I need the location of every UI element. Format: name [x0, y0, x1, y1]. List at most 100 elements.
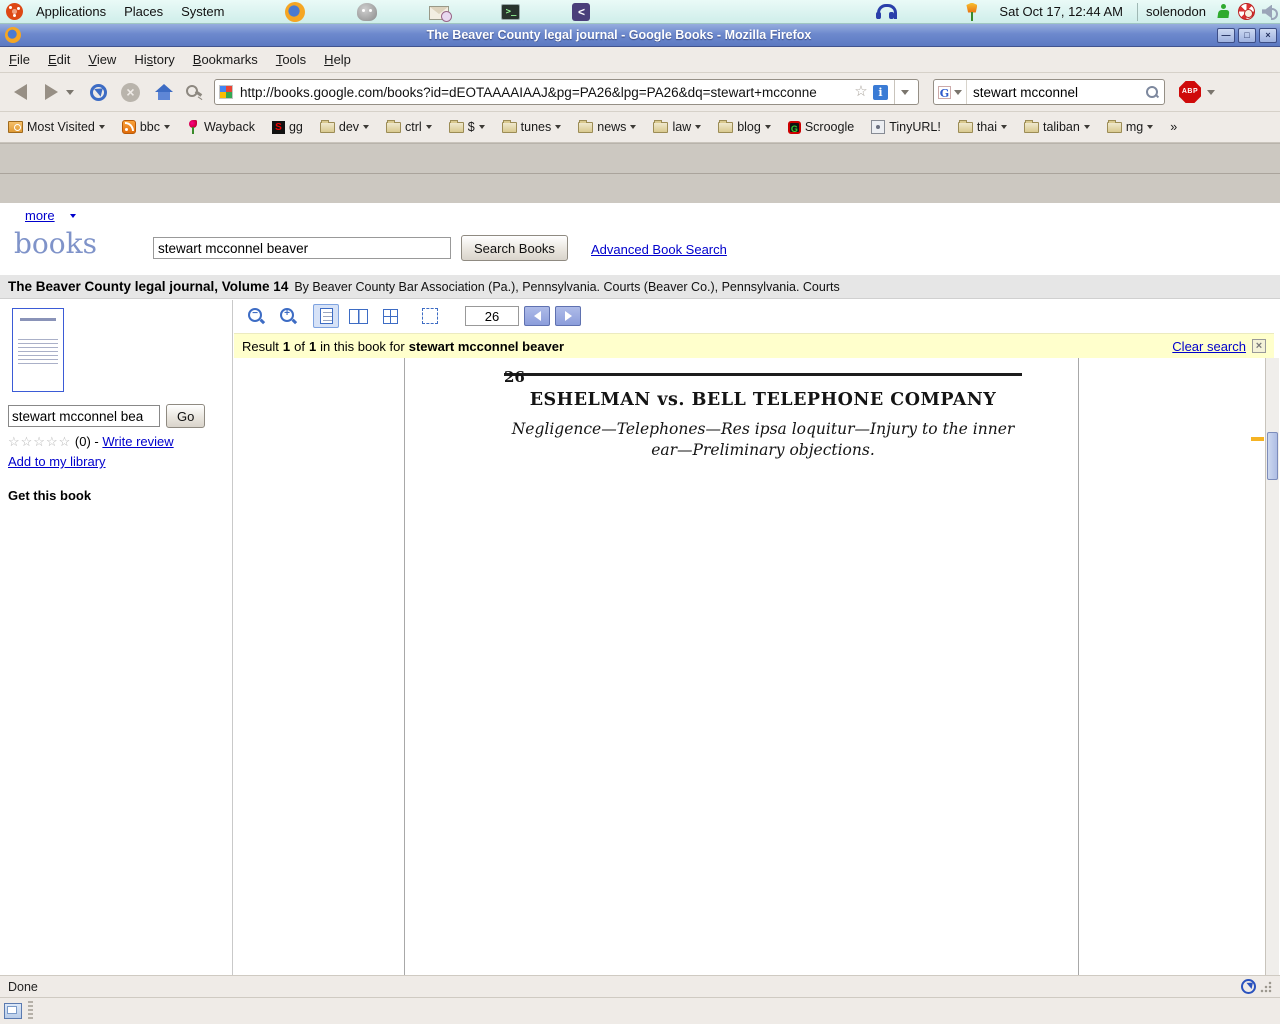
search-engine-input[interactable]: [971, 84, 1141, 101]
bookmark-item[interactable]: $: [449, 120, 485, 134]
panel-menu-applications[interactable]: Applications: [27, 4, 115, 19]
gimp-icon[interactable]: [357, 3, 377, 21]
forward-button[interactable]: [45, 84, 58, 100]
menu-help[interactable]: Help: [315, 52, 360, 67]
show-desktop-icon[interactable]: [4, 1003, 22, 1019]
clear-search-link[interactable]: Clear search: [1172, 339, 1246, 354]
dropdown-arrow-icon: [1084, 125, 1090, 129]
bookmark-tinyurl[interactable]: TinyURL!: [871, 120, 941, 134]
history-dropdown-icon[interactable]: [66, 90, 74, 95]
firefox-icon[interactable]: [285, 2, 305, 22]
refresh-button[interactable]: [90, 84, 107, 101]
single-page-view-button[interactable]: [313, 304, 339, 328]
taskbar-handle[interactable]: [28, 1001, 33, 1021]
back-button[interactable]: [14, 84, 27, 100]
bookmark-thai[interactable]: thai: [958, 120, 1007, 134]
bookmark-scroogle[interactable]: Scroogle: [788, 120, 854, 134]
viewer-scrollbar[interactable]: [1265, 358, 1279, 975]
bookmark-taliban[interactable]: taliban: [1024, 120, 1090, 134]
advanced-book-search-link[interactable]: Advanced Book Search: [591, 242, 727, 257]
bookmark-gg[interactable]: gg: [272, 120, 303, 134]
thumbnail-view-button[interactable]: [377, 304, 403, 328]
minimize-button[interactable]: —: [1217, 28, 1235, 43]
panel-menu-places[interactable]: Places: [115, 4, 172, 19]
folder-icon: [718, 122, 733, 133]
book-cover-thumbnail[interactable]: [12, 308, 64, 392]
add-to-my-library-link[interactable]: Add to my library: [8, 454, 106, 469]
bookmark-mg[interactable]: mg: [1107, 120, 1153, 134]
search-go-icon[interactable]: [1145, 85, 1159, 99]
desktop: ApplicationsPlacesSystem Sat Oct 17, 12:…: [0, 0, 1280, 1024]
home-button[interactable]: [154, 84, 174, 101]
bookmark-ctrl[interactable]: ctrl: [386, 120, 432, 134]
scrollbar-thumb[interactable]: [1267, 432, 1278, 480]
sync-status-icon[interactable]: [1241, 979, 1256, 994]
resize-grip[interactable]: [1260, 981, 1272, 993]
bookmark-dev[interactable]: dev: [320, 120, 369, 134]
go-button[interactable]: Go: [166, 404, 205, 428]
search-books-button[interactable]: Search Books: [461, 235, 568, 261]
chat-icon[interactable]: [572, 3, 590, 21]
bookmarks-overflow-chevron[interactable]: »: [1170, 120, 1177, 134]
headphones-icon[interactable]: [875, 4, 895, 20]
url-input[interactable]: [238, 84, 848, 101]
write-review-link[interactable]: Write review: [102, 434, 173, 449]
window-titlebar[interactable]: The Beaver County legal journal - Google…: [0, 24, 1280, 47]
panel-menus: ApplicationsPlacesSystem: [27, 4, 233, 19]
user-name[interactable]: solenodon: [1142, 4, 1210, 19]
page-number-input[interactable]: [465, 306, 519, 326]
url-bar[interactable]: [214, 79, 919, 105]
clock[interactable]: Sat Oct 17, 12:44 AM: [989, 4, 1133, 19]
bookmark-tunes[interactable]: tunes: [502, 120, 562, 134]
bookmark-star-icon[interactable]: [853, 84, 869, 100]
evolution-icon[interactable]: [429, 6, 449, 20]
panel-menu-system[interactable]: System: [172, 4, 233, 19]
menu-history[interactable]: History: [125, 52, 183, 67]
scroogle-icon: [788, 121, 801, 134]
sidebar-search-input[interactable]: [8, 405, 160, 427]
search-engine-button[interactable]: [934, 80, 967, 104]
maximize-button[interactable]: □: [1238, 28, 1256, 43]
more-dropdown-icon[interactable]: [70, 214, 76, 218]
stop-button[interactable]: [121, 83, 140, 102]
lifesaver-icon[interactable]: [1238, 3, 1255, 20]
menu-tools[interactable]: Tools: [267, 52, 315, 67]
bookmark-news[interactable]: news: [578, 120, 636, 134]
bookmark-wayback[interactable]: Wayback: [187, 120, 255, 134]
adblock-dropdown-icon[interactable]: [1207, 90, 1215, 95]
keys-icon[interactable]: [186, 84, 202, 100]
bookmark-law[interactable]: law: [653, 120, 701, 134]
menu-view[interactable]: View: [79, 52, 125, 67]
close-button[interactable]: ×: [1259, 28, 1277, 43]
zoom-in-icon[interactable]: +: [279, 307, 297, 325]
menu-bookmarks[interactable]: Bookmarks: [184, 52, 267, 67]
bookmark-most-visited[interactable]: Most Visited: [8, 120, 105, 134]
distro-logo-icon[interactable]: [6, 3, 23, 20]
bookmark-bbc[interactable]: bbc: [122, 120, 170, 134]
search-box[interactable]: [933, 79, 1165, 105]
fullscreen-button[interactable]: [417, 304, 443, 328]
result-prefix: Result: [242, 339, 279, 354]
result-of: of: [294, 339, 305, 354]
menu-edit[interactable]: Edit: [39, 52, 79, 67]
search-result-bar: Result 1 of 1 in this book for stewart m…: [234, 333, 1274, 358]
url-dropdown-button[interactable]: [894, 80, 914, 104]
two-page-view-button[interactable]: [345, 304, 371, 328]
terminal-icon[interactable]: [501, 4, 520, 20]
adblock-icon[interactable]: [1179, 81, 1201, 103]
bookmark-blog[interactable]: blog: [718, 120, 771, 134]
identity-icon[interactable]: [873, 85, 888, 100]
previous-page-button[interactable]: [524, 306, 550, 326]
star-rating-icons[interactable]: ☆☆☆☆☆: [8, 434, 71, 449]
zoom-out-icon[interactable]: −: [247, 307, 265, 325]
volume-icon[interactable]: [1262, 5, 1280, 19]
menu-file[interactable]: File: [0, 52, 39, 67]
next-page-button[interactable]: [555, 306, 581, 326]
book-title: The Beaver County legal journal, Volume …: [8, 279, 288, 294]
user-switch-icon[interactable]: [1217, 4, 1231, 20]
result-number: 1: [283, 339, 290, 354]
tulip-icon[interactable]: [965, 3, 979, 21]
more-link[interactable]: more: [25, 208, 55, 223]
close-result-bar-icon[interactable]: ×: [1252, 339, 1266, 353]
books-search-input[interactable]: [153, 237, 451, 259]
